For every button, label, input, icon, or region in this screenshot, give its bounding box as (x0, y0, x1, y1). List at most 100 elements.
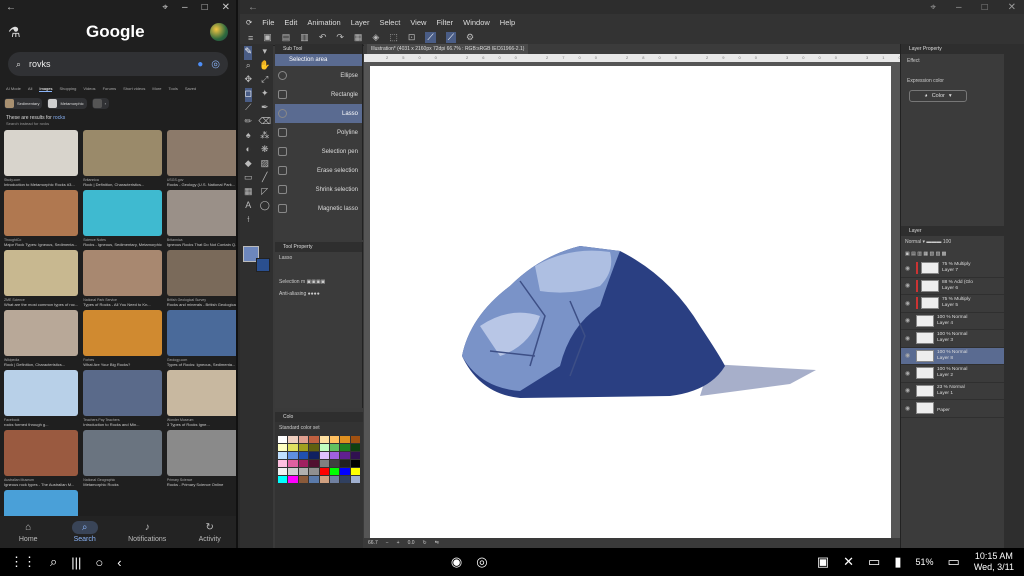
color-swatch[interactable] (350, 468, 360, 475)
tab-short-videos[interactable]: Short videos (123, 86, 145, 92)
redo-icon[interactable]: ↷ (336, 32, 344, 43)
layer-row[interactable]: ◉ 100 % Normal Layer 2 (901, 365, 1005, 383)
image-result[interactable]: Wikipedia Rock | Definition, Characterist… (4, 310, 79, 367)
eye-icon[interactable]: ◉ (905, 370, 913, 377)
layer-row[interactable]: ◉ 75 % Multiply Layer 7 (901, 260, 1005, 278)
blend-mode-dropdown[interactable]: Normal (905, 239, 921, 245)
image-result[interactable]: Study.com Introduction to Metamorphic Roc… (4, 130, 79, 187)
subtool-rectangle[interactable]: Rectangle (275, 85, 362, 104)
tab-tools[interactable]: Tools (168, 86, 177, 92)
chip-more[interactable]: › (91, 98, 109, 109)
save-icon[interactable]: ▥ (300, 32, 309, 43)
subtool-selection-pen[interactable]: Selection pen (275, 142, 362, 161)
chip-metamorphic[interactable]: Metamorphic (47, 98, 87, 109)
search-icon[interactable]: ⌕ (50, 554, 57, 570)
color-swatch[interactable] (329, 452, 340, 459)
nav-notifications[interactable]: ♪ Notifications (128, 521, 166, 543)
avatar[interactable] (210, 23, 228, 41)
canvas[interactable] (370, 66, 891, 538)
color-swatch[interactable] (340, 452, 350, 459)
image-result[interactable]: National Park Service Types of Rocks - Al… (83, 250, 162, 307)
color-swatch[interactable] (340, 468, 350, 475)
color-swatch[interactable] (329, 476, 340, 483)
labs-flask-icon[interactable]: ⚗ (8, 24, 21, 41)
menu-help[interactable]: Help (500, 18, 515, 27)
menu-edit[interactable]: Edit (284, 18, 297, 27)
result-thumbnail[interactable] (4, 310, 79, 356)
color-swatch[interactable] (319, 436, 329, 443)
image-result[interactable]: ZME Science What are the most common type… (4, 250, 79, 307)
close-icon[interactable]: ✕ (1008, 2, 1016, 13)
result-thumbnail[interactable] (83, 190, 162, 236)
tab-more[interactable]: More (152, 86, 161, 92)
nav-search[interactable]: ⌕ Search (71, 521, 98, 543)
correct-line-icon[interactable]: ⟊ (247, 214, 249, 228)
chip-sedimentary[interactable]: Sedimentary (4, 98, 43, 109)
text-tool-icon[interactable]: A (245, 200, 251, 214)
eye-icon[interactable]: ◉ (905, 352, 913, 359)
subtool-ellipse[interactable]: Ellipse (275, 66, 362, 85)
zoom-value[interactable]: 66.7 (368, 540, 378, 546)
color-set-dropdown[interactable]: Standard color set (275, 422, 363, 434)
color-swatch[interactable] (350, 460, 360, 467)
image-result[interactable]: British Geological Survey Rocks and miner… (166, 250, 236, 307)
chrome-taskbar-icon[interactable]: ◎ (476, 554, 487, 570)
hamburger-icon[interactable]: ≡ (248, 33, 253, 43)
document-tab[interactable]: Illustration* (4031 x 2160px 72dpi 66.7%… (364, 44, 900, 54)
menu-window[interactable]: Window (463, 18, 490, 27)
subtool-magnetic-lasso[interactable]: Magnetic lasso (275, 199, 362, 218)
color-swatch[interactable] (298, 476, 309, 483)
color-swatch[interactable] (350, 452, 360, 459)
tab-videos[interactable]: Videos (83, 86, 95, 92)
clip-studio-taskbar-icon[interactable]: ◉ (451, 554, 462, 570)
zoom-in-icon[interactable]: + (397, 540, 400, 546)
image-result[interactable]: Wonder Museum 3 Types of Rocks Igne... (166, 370, 236, 427)
transform-tool-icon[interactable]: ⤢ (261, 74, 268, 88)
layer-row[interactable]: ◉ Paper (901, 400, 1005, 418)
tab-all[interactable]: All (28, 86, 32, 92)
subtool-shrink-selection[interactable]: Shrink selection (275, 180, 362, 199)
image-result[interactable]: Teachers Pay Teachers Introduction to Roc… (83, 370, 162, 427)
image-result[interactable]: Geology.com Types of Rocks: Igneous, Sedi… (166, 310, 236, 367)
mic-icon[interactable]: ● (197, 59, 203, 70)
csp-logo-icon[interactable]: ⟳ (246, 18, 252, 27)
snap-ruler-icon[interactable]: ⟋ (425, 32, 436, 43)
result-thumbnail[interactable] (83, 370, 162, 416)
maximize-icon[interactable]: □ (202, 2, 208, 13)
expression-color-dropdown[interactable]: ◕ Color ▾ (909, 90, 967, 102)
menu-view[interactable]: View (410, 18, 426, 27)
tab-forums[interactable]: Forums (103, 86, 117, 92)
color-swatch[interactable] (350, 444, 360, 451)
pen-tool-icon[interactable]: ✒ (261, 102, 269, 116)
color-swatch[interactable] (278, 476, 288, 483)
color-swatch[interactable] (309, 476, 319, 483)
eye-icon[interactable]: ◉ (905, 335, 913, 342)
selection-tool-icon[interactable]: ◻ (244, 88, 252, 102)
color-swatch[interactable] (319, 468, 329, 475)
result-thumbnail[interactable] (166, 250, 236, 296)
result-thumbnail[interactable] (4, 250, 79, 296)
search-bar[interactable]: ⌕ rovks ● ◎ (8, 52, 228, 76)
color-swatch[interactable] (309, 436, 319, 443)
pin-icon[interactable]: ⌖ (930, 2, 936, 13)
back-arrow-icon[interactable]: ← (6, 2, 16, 13)
result-thumbnail[interactable] (166, 370, 236, 416)
minimize-icon[interactable]: – (182, 2, 188, 13)
result-thumbnail[interactable] (166, 430, 236, 476)
result-thumbnail[interactable] (4, 430, 79, 476)
image-result[interactable]: Forbes What Are Your Big Rocks? (83, 310, 162, 367)
hand-tool-icon[interactable]: ✋ (259, 60, 270, 74)
open-icon[interactable]: ▤ (282, 32, 291, 43)
undo-icon[interactable]: ↶ (319, 32, 327, 43)
color-swatch[interactable] (298, 436, 309, 443)
tab-shopping[interactable]: Shopping (59, 86, 76, 92)
image-result[interactable]: National Geographic Metamorphic Rocks (83, 430, 162, 487)
eye-icon[interactable]: ◉ (905, 300, 913, 307)
zoom-tool-icon[interactable]: ⌕ (246, 60, 251, 74)
color-swatch[interactable] (319, 444, 329, 451)
result-thumbnail[interactable] (83, 430, 162, 476)
eyedropper-icon[interactable]: ⟋ (245, 102, 251, 116)
flip-icon[interactable]: ⇋ (435, 540, 439, 546)
airbrush-icon[interactable]: ⁂ (260, 130, 269, 144)
result-thumbnail[interactable] (83, 310, 162, 356)
